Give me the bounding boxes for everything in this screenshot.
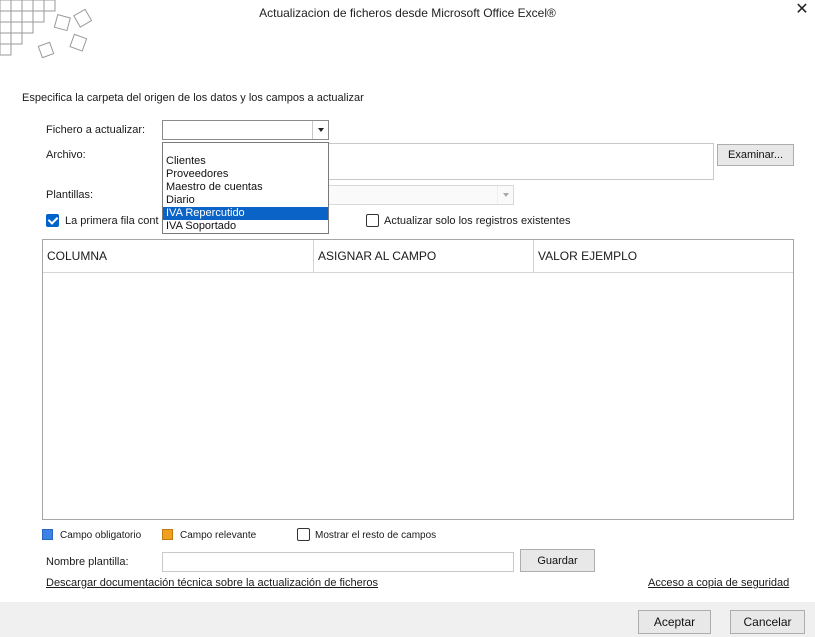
mostrar-label: Mostrar el resto de campos bbox=[315, 530, 437, 541]
archivo-label: Archivo: bbox=[46, 149, 86, 161]
dropdown-item-iva-repercutido[interactable]: IVA Repercutido bbox=[163, 207, 328, 220]
dropdown-item-diario[interactable]: Diario bbox=[163, 194, 328, 207]
first-row-checkbox[interactable] bbox=[46, 214, 59, 227]
update-existing-label: Actualizar solo los registros existentes bbox=[384, 215, 571, 227]
descargar-doc-link[interactable]: Descargar documentación técnica sobre la… bbox=[46, 577, 378, 589]
copia-seguridad-link[interactable]: Acceso a copia de seguridad bbox=[648, 577, 789, 589]
fichero-select[interactable] bbox=[162, 120, 329, 140]
guardar-button[interactable]: Guardar bbox=[520, 549, 595, 572]
first-row-label: La primera fila cont bbox=[65, 215, 159, 227]
examinar-button[interactable]: Examinar... bbox=[717, 144, 794, 166]
dropdown-item-iva-soportado[interactable]: IVA Soportado bbox=[163, 220, 328, 233]
nombre-plantilla-label: Nombre plantilla: bbox=[46, 556, 129, 568]
dropdown-item-proveedores[interactable]: Proveedores bbox=[163, 168, 328, 181]
dropdown-item-clientes[interactable]: Clientes bbox=[163, 155, 328, 168]
close-icon[interactable]: ✕ bbox=[792, 2, 812, 18]
update-existing-checkbox[interactable] bbox=[366, 214, 379, 227]
chevron-down-icon[interactable] bbox=[497, 186, 513, 204]
grid-header: COLUMNA ASIGNAR AL CAMPO VALOR EJEMPLO bbox=[43, 240, 793, 273]
column-header-asignar[interactable]: ASIGNAR AL CAMPO bbox=[313, 240, 533, 272]
column-header-valor[interactable]: VALOR EJEMPLO bbox=[533, 240, 791, 272]
column-header-columna[interactable]: COLUMNA bbox=[43, 240, 313, 272]
obligatorio-swatch bbox=[42, 529, 53, 540]
obligatorio-label: Campo obligatorio bbox=[60, 530, 142, 541]
dropdown-item-maestro-cuentas[interactable]: Maestro de cuentas bbox=[163, 181, 328, 194]
chevron-down-icon[interactable] bbox=[312, 121, 328, 139]
instruction-text: Especifica la carpeta del origen de los … bbox=[22, 92, 364, 104]
fichero-label: Fichero a actualizar: bbox=[46, 124, 146, 136]
relevante-label: Campo relevante bbox=[180, 530, 257, 541]
cancelar-button[interactable]: Cancelar bbox=[730, 610, 805, 634]
nombre-plantilla-input[interactable] bbox=[162, 552, 514, 572]
window-title: Actualizacion de ficheros desde Microsof… bbox=[259, 6, 556, 20]
plantillas-label: Plantillas: bbox=[46, 189, 94, 201]
fichero-dropdown-list[interactable]: Clientes Proveedores Maestro de cuentas … bbox=[162, 142, 329, 234]
field-mapping-grid[interactable]: COLUMNA ASIGNAR AL CAMPO VALOR EJEMPLO bbox=[42, 239, 794, 520]
mostrar-checkbox[interactable] bbox=[297, 528, 310, 541]
aceptar-button[interactable]: Aceptar bbox=[638, 610, 711, 634]
relevante-swatch bbox=[162, 529, 173, 540]
